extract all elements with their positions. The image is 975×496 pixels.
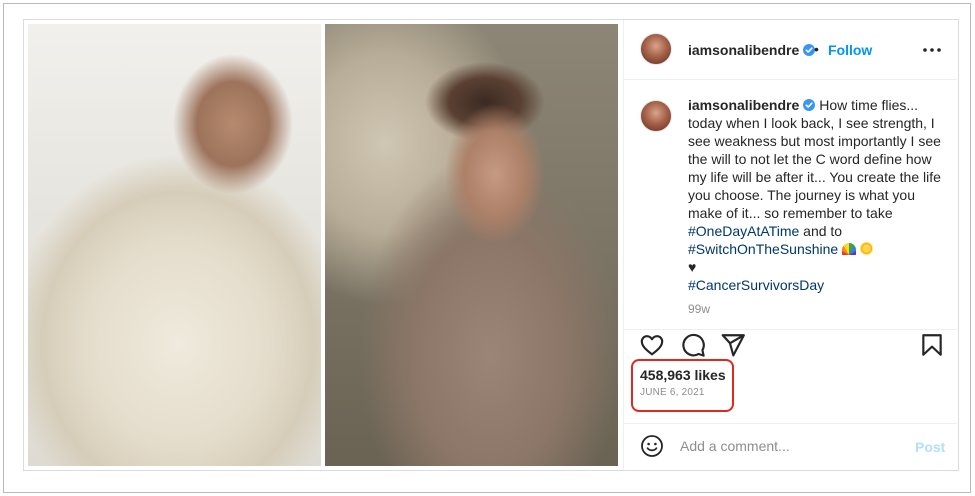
post-comment-button[interactable]: Post xyxy=(915,439,945,455)
emoji-smile-icon[interactable] xyxy=(640,434,664,458)
heart-emoji: ♥ xyxy=(688,259,697,275)
post-date[interactable]: JUNE 6, 2021 xyxy=(640,387,705,398)
post-side-panel: iamsonalibendre • Follow iamsonalibendre… xyxy=(623,20,959,470)
photo-portrait xyxy=(325,24,618,466)
author-avatar[interactable] xyxy=(640,33,672,65)
caption-line-2: and to xyxy=(799,223,843,239)
post-header: iamsonalibendre • Follow xyxy=(624,20,959,80)
bookmark-icon[interactable] xyxy=(919,332,945,358)
author-username[interactable]: iamsonalibendre xyxy=(688,42,816,58)
author-username-text[interactable]: iamsonalibendre xyxy=(688,42,799,58)
likes-count[interactable]: 458,963 likes xyxy=(640,367,726,383)
photo-hospital xyxy=(28,24,321,466)
screenshot-frame: iamsonalibendre • Follow iamsonalibendre… xyxy=(3,3,971,493)
hashtag-one-day-at-a-time[interactable]: #OneDayAtATime xyxy=(688,223,799,239)
share-icon[interactable] xyxy=(720,332,746,358)
comment-input[interactable] xyxy=(680,434,900,458)
heart-icon[interactable] xyxy=(639,332,665,358)
caption-text: iamsonalibendre How time flies... today w… xyxy=(688,96,946,294)
hashtag-switch-on-the-sunshine[interactable]: #SwitchOnTheSunshine xyxy=(688,241,838,257)
rainbow-emoji-icon xyxy=(842,243,857,255)
header-separator: • xyxy=(814,41,819,57)
follow-button[interactable]: Follow xyxy=(828,42,872,58)
caption-line-1: How time flies... today when I look back… xyxy=(688,97,941,221)
more-options-icon[interactable] xyxy=(921,40,943,60)
verified-badge-icon xyxy=(803,99,816,111)
comment-form: Post xyxy=(624,424,959,470)
sun-emoji-icon xyxy=(859,242,873,255)
post-media[interactable] xyxy=(24,20,622,470)
comment-icon[interactable] xyxy=(680,332,706,358)
instagram-post: iamsonalibendre • Follow iamsonalibendre… xyxy=(23,19,959,471)
caption-avatar[interactable] xyxy=(640,100,672,132)
hashtag-cancer-survivors-day[interactable]: #CancerSurvivorsDay xyxy=(688,277,824,293)
post-time-ago[interactable]: 99w xyxy=(688,302,710,316)
caption-username[interactable]: iamsonalibendre xyxy=(688,97,799,113)
